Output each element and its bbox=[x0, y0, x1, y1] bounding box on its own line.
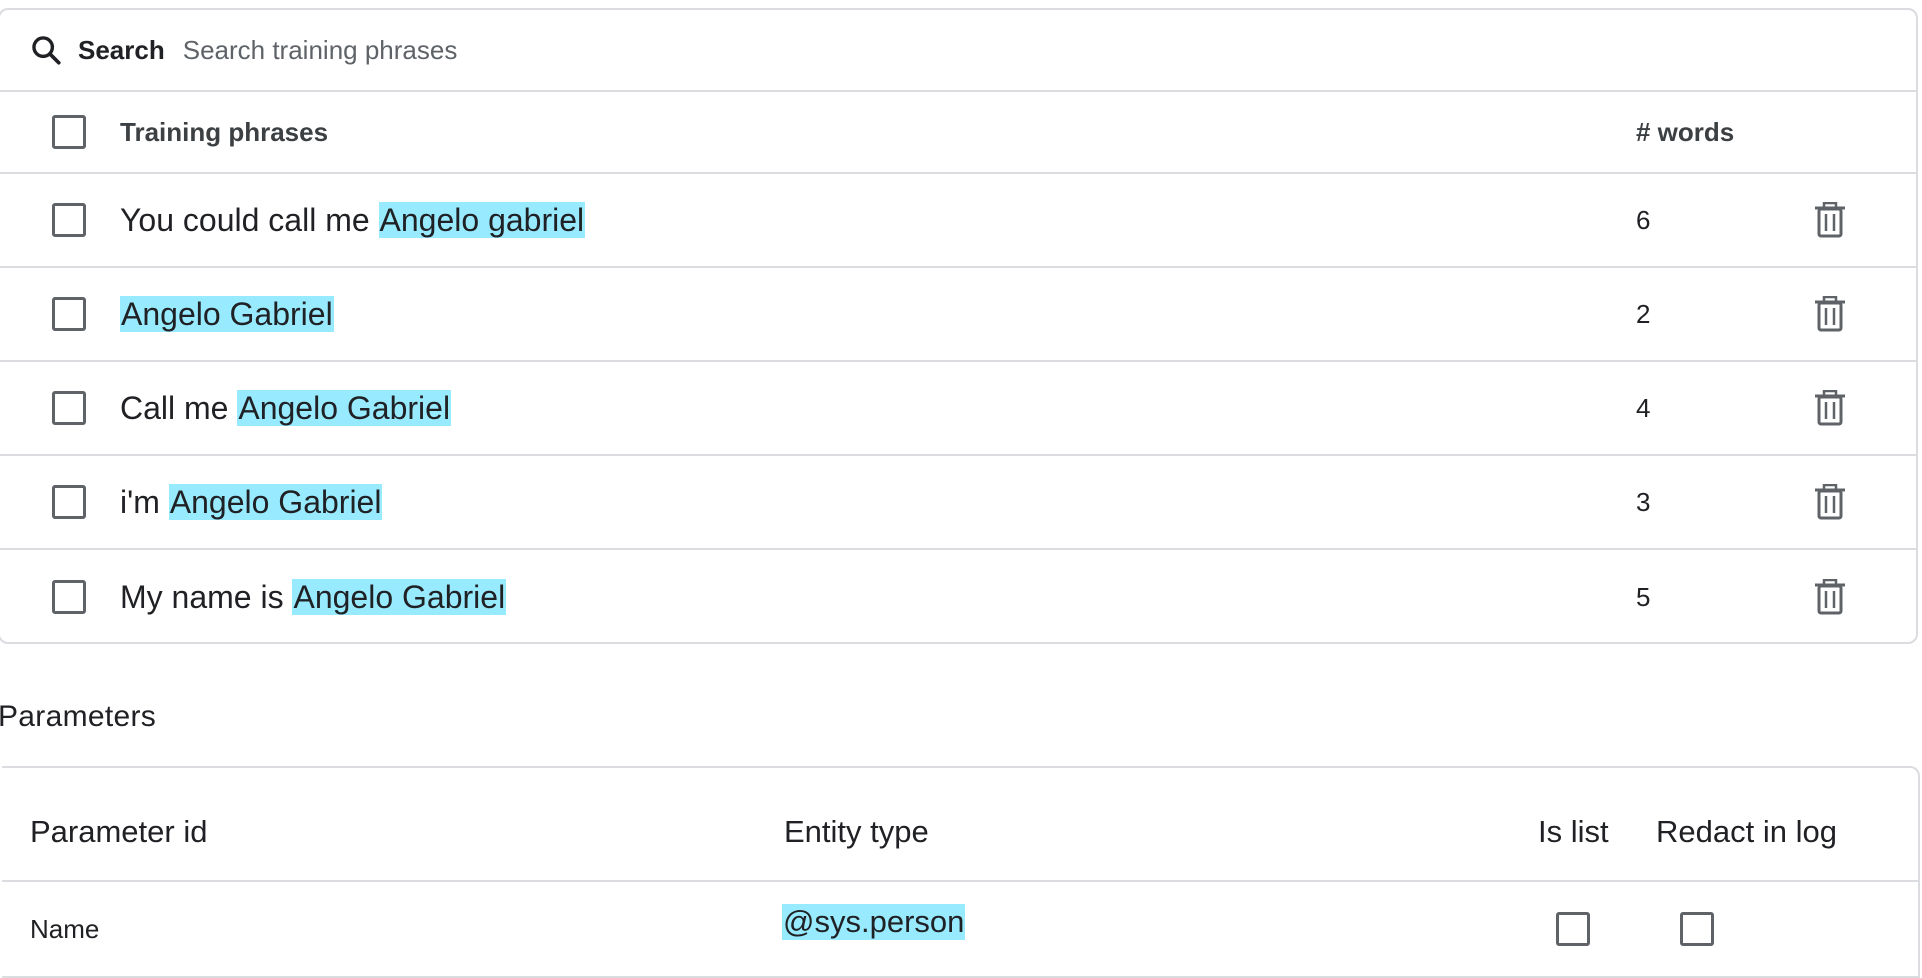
entity-type[interactable]: @sys.person bbox=[782, 904, 966, 940]
page: Search Training phrases # words You coul… bbox=[0, 0, 1922, 978]
row-checkbox[interactable] bbox=[52, 297, 86, 331]
parameter-id[interactable]: Name bbox=[30, 914, 99, 945]
is-list-checkbox[interactable] bbox=[1556, 912, 1590, 946]
row-checkbox[interactable] bbox=[52, 391, 86, 425]
trash-icon[interactable] bbox=[1812, 481, 1848, 523]
training-phrase-list: You could call me Angelo gabriel 6 Angel… bbox=[0, 174, 1916, 642]
phrase-prefix: My name is bbox=[120, 578, 293, 615]
phrase-prefix: i'm bbox=[120, 483, 169, 520]
parameters-title: Parameters bbox=[0, 700, 157, 733]
search-icon[interactable] bbox=[28, 32, 64, 68]
training-phrases-header: Training phrases bbox=[120, 116, 329, 147]
entity-annotation[interactable]: Angelo Gabriel bbox=[168, 483, 383, 520]
training-phrases-card: Search Training phrases # words You coul… bbox=[0, 8, 1918, 644]
table-row: Name @sys.person bbox=[2, 882, 1918, 978]
table-row: You could call me Angelo gabriel 6 bbox=[0, 174, 1916, 268]
table-row: i'm Angelo Gabriel 3 bbox=[0, 456, 1916, 550]
is-list-header: Is list bbox=[1538, 814, 1609, 849]
trash-icon[interactable] bbox=[1812, 576, 1848, 618]
word-count: 4 bbox=[1636, 392, 1651, 423]
word-count: 2 bbox=[1636, 298, 1651, 329]
parameters-table: Parameter id Entity type Is list Redact … bbox=[2, 766, 1920, 978]
search-input[interactable] bbox=[180, 33, 1085, 67]
training-phrase[interactable]: Call me Angelo Gabriel bbox=[120, 389, 452, 427]
training-phrase[interactable]: Angelo Gabriel bbox=[120, 295, 334, 333]
redact-in-log-header: Redact in log bbox=[1656, 814, 1837, 849]
table-row: Call me Angelo Gabriel 4 bbox=[0, 362, 1916, 456]
training-phrase[interactable]: My name is Angelo Gabriel bbox=[120, 578, 507, 616]
search-label: Search bbox=[78, 34, 165, 65]
parameters-header: Parameter id Entity type Is list Redact … bbox=[2, 768, 1918, 882]
select-all-checkbox[interactable] bbox=[52, 115, 86, 149]
entity-annotation[interactable]: Angelo Gabriel bbox=[237, 389, 452, 426]
redact-in-log-checkbox[interactable] bbox=[1680, 912, 1714, 946]
entity-annotation[interactable]: Angelo gabriel bbox=[378, 201, 586, 238]
phrase-prefix: Call me bbox=[120, 389, 238, 426]
word-count: 6 bbox=[1636, 204, 1651, 235]
parameter-id-header: Parameter id bbox=[30, 814, 208, 849]
row-checkbox[interactable] bbox=[52, 203, 86, 237]
row-checkbox[interactable] bbox=[52, 485, 86, 519]
table-row: Angelo Gabriel 2 bbox=[0, 268, 1916, 362]
training-phrase[interactable]: i'm Angelo Gabriel bbox=[120, 483, 383, 521]
training-phrase[interactable]: You could call me Angelo gabriel bbox=[120, 201, 586, 239]
word-count-header: # words bbox=[1636, 116, 1735, 147]
entity-annotation[interactable]: Angelo Gabriel bbox=[120, 295, 334, 332]
phrase-prefix: You could call me bbox=[120, 201, 379, 238]
trash-icon[interactable] bbox=[1812, 199, 1848, 241]
word-count: 3 bbox=[1636, 486, 1651, 517]
row-checkbox[interactable] bbox=[52, 580, 86, 614]
search-bar: Search bbox=[0, 10, 1916, 92]
table-row: My name is Angelo Gabriel 5 bbox=[0, 550, 1916, 642]
trash-icon[interactable] bbox=[1812, 387, 1848, 429]
trash-icon[interactable] bbox=[1812, 293, 1848, 335]
training-table-header: Training phrases # words bbox=[0, 92, 1916, 174]
word-count: 5 bbox=[1636, 581, 1651, 612]
entity-annotation[interactable]: Angelo Gabriel bbox=[292, 578, 507, 615]
entity-type-header: Entity type bbox=[784, 814, 929, 849]
